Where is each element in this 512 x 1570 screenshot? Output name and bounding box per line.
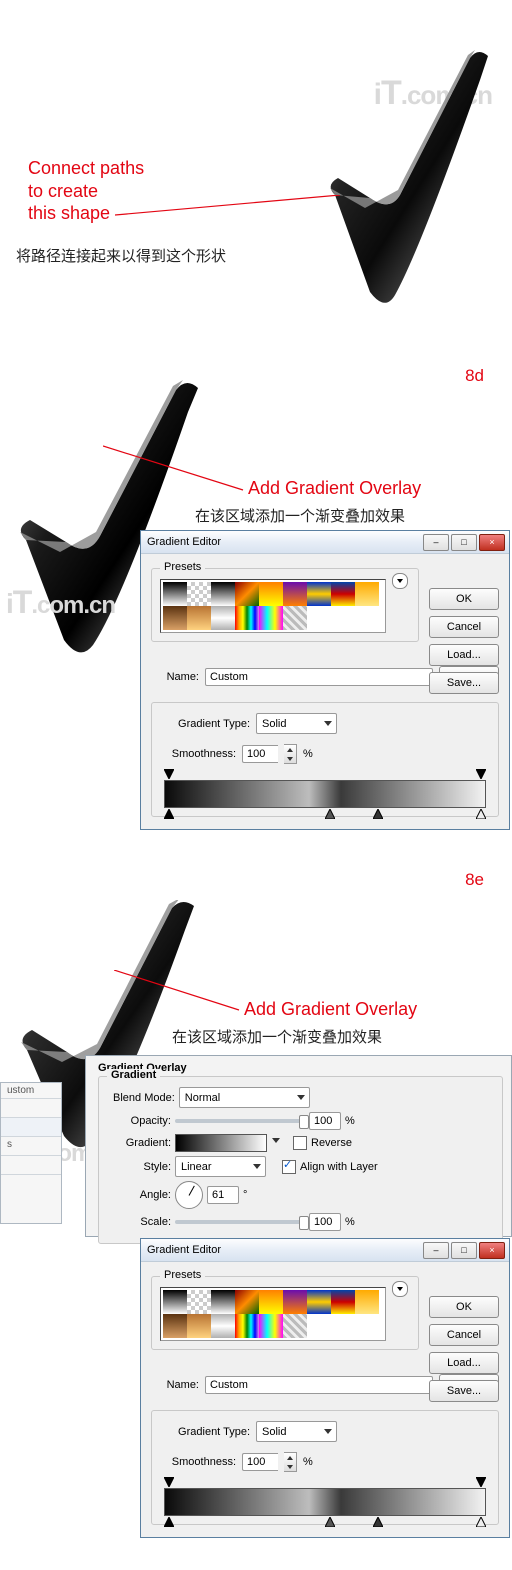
- opacity-label: Opacity:: [113, 1115, 171, 1127]
- dialog-titlebar-2[interactable]: Gradient Editor – □ ×: [141, 1239, 509, 1262]
- save-button-2[interactable]: Save...: [429, 1380, 499, 1402]
- angle-input[interactable]: [207, 1186, 239, 1204]
- go-inner-title: Gradient: [107, 1069, 160, 1081]
- save-button[interactable]: Save...: [429, 672, 499, 694]
- angle-dial[interactable]: [175, 1181, 203, 1209]
- smoothness-input[interactable]: [242, 745, 278, 763]
- opacity-unit: %: [345, 1115, 355, 1127]
- smoothness-input-2[interactable]: [242, 1453, 278, 1471]
- dialog-titlebar[interactable]: Gradient Editor – □ ×: [141, 531, 509, 554]
- blend-mode-select[interactable]: Normal: [179, 1087, 310, 1108]
- angle-label: Angle:: [113, 1189, 171, 1201]
- connector-line-8e: [114, 970, 244, 1020]
- section-8c: iT.com.cn Connect paths to create this s…: [0, 0, 512, 330]
- annotation-8d-en: Add Gradient Overlay: [248, 477, 421, 500]
- reverse-label: Reverse: [311, 1137, 352, 1149]
- reverse-checkbox[interactable]: [293, 1136, 307, 1150]
- smoothness-spinner[interactable]: [284, 744, 297, 764]
- smoothness-unit-2: %: [303, 1456, 313, 1468]
- window-close-2[interactable]: ×: [479, 1242, 505, 1259]
- presets-legend-2: Presets: [160, 1269, 205, 1281]
- gradient-label: Gradient:: [113, 1137, 171, 1149]
- annotation-8e-en: Add Gradient Overlay: [244, 998, 417, 1021]
- gradient-type-label: Gradient Type:: [160, 718, 250, 730]
- styles-list-item[interactable]: ustom: [1, 1083, 61, 1099]
- ok-button[interactable]: OK: [429, 588, 499, 610]
- step-label-8d: 8d: [465, 366, 484, 386]
- style-select[interactable]: Linear: [175, 1156, 266, 1177]
- ok-button-2[interactable]: OK: [429, 1296, 499, 1318]
- gradient-edit-fieldset: Gradient Type: Solid Smoothness: %: [151, 702, 499, 817]
- gradient-overlay-panel: Gradient Overlay Gradient Blend Mode: No…: [85, 1055, 512, 1237]
- gradient-editor-dialog: Gradient Editor – □ × Presets: [140, 530, 510, 830]
- smoothness-label-2: Smoothness:: [160, 1456, 236, 1468]
- cancel-button-2[interactable]: Cancel: [429, 1324, 499, 1346]
- gradient-bar-2[interactable]: [164, 1488, 486, 1516]
- dialog-title-2: Gradient Editor: [147, 1244, 221, 1256]
- align-checkbox[interactable]: [282, 1160, 296, 1174]
- section-8e: 8e Add Gradient Overlay 在该区域添加一个渐变叠加效果 i…: [0, 860, 512, 1570]
- gradient-type-select-2[interactable]: Solid: [256, 1421, 337, 1442]
- load-button[interactable]: Load...: [429, 644, 499, 666]
- annotation-cn-1: 将路径连接起来以得到这个形状: [16, 245, 226, 266]
- window-maximize-2[interactable]: □: [451, 1242, 477, 1259]
- angle-unit: °: [243, 1189, 247, 1201]
- shape-preview: [320, 50, 500, 310]
- gradient-edit-fieldset-2: Gradient Type: Solid Smoothness: %: [151, 1410, 499, 1525]
- gradient-bar[interactable]: [164, 780, 486, 808]
- presets-fieldset: Presets: [151, 568, 419, 642]
- preset-swatches[interactable]: [160, 579, 386, 633]
- window-minimize-2[interactable]: –: [423, 1242, 449, 1259]
- smoothness-label: Smoothness:: [160, 748, 236, 760]
- scale-slider[interactable]: [175, 1220, 305, 1224]
- presets-legend: Presets: [160, 561, 205, 573]
- preset-swatches-2[interactable]: [160, 1287, 386, 1341]
- name-label: Name:: [151, 671, 199, 683]
- presets-fieldset-2: Presets: [151, 1276, 419, 1350]
- gradient-type-label-2: Gradient Type:: [160, 1426, 250, 1438]
- smoothness-spinner-2[interactable]: [284, 1452, 297, 1472]
- presets-menu-2[interactable]: [392, 1281, 408, 1297]
- opacity-slider[interactable]: [175, 1119, 305, 1123]
- connector-line: [115, 195, 345, 235]
- scale-label: Scale:: [113, 1216, 171, 1228]
- smoothness-unit: %: [303, 748, 313, 760]
- align-label: Align with Layer: [300, 1161, 378, 1173]
- name-input-2[interactable]: [205, 1376, 433, 1394]
- scale-unit: %: [345, 1216, 355, 1228]
- window-minimize[interactable]: –: [423, 534, 449, 551]
- gradient-preview[interactable]: [175, 1134, 267, 1152]
- load-button-2[interactable]: Load...: [429, 1352, 499, 1374]
- window-maximize[interactable]: □: [451, 534, 477, 551]
- dialog-title: Gradient Editor: [147, 536, 221, 548]
- annotation-8e-cn: 在该区域添加一个渐变叠加效果: [172, 1026, 382, 1047]
- opacity-input[interactable]: [309, 1112, 341, 1130]
- name-input[interactable]: [205, 668, 433, 686]
- connector-line-8d: [103, 438, 248, 498]
- gradient-type-select[interactable]: Solid: [256, 713, 337, 734]
- presets-menu[interactable]: [392, 573, 408, 589]
- section-8d: 8d Add Gradient Overlay 在该区域添加一个渐变叠加效果 i…: [0, 330, 512, 860]
- gradient-editor-dialog-2: Gradient Editor – □ × Presets: [140, 1238, 510, 1538]
- blend-mode-label: Blend Mode:: [113, 1092, 175, 1104]
- cancel-button[interactable]: Cancel: [429, 616, 499, 638]
- annotation-8d-cn: 在该区域添加一个渐变叠加效果: [195, 505, 405, 526]
- name-label-2: Name:: [151, 1379, 199, 1391]
- styles-list-fragment: ustom s: [0, 1082, 62, 1224]
- step-label-8e: 8e: [465, 870, 484, 890]
- style-label: Style:: [113, 1161, 171, 1173]
- scale-input[interactable]: [309, 1213, 341, 1231]
- window-close[interactable]: ×: [479, 534, 505, 551]
